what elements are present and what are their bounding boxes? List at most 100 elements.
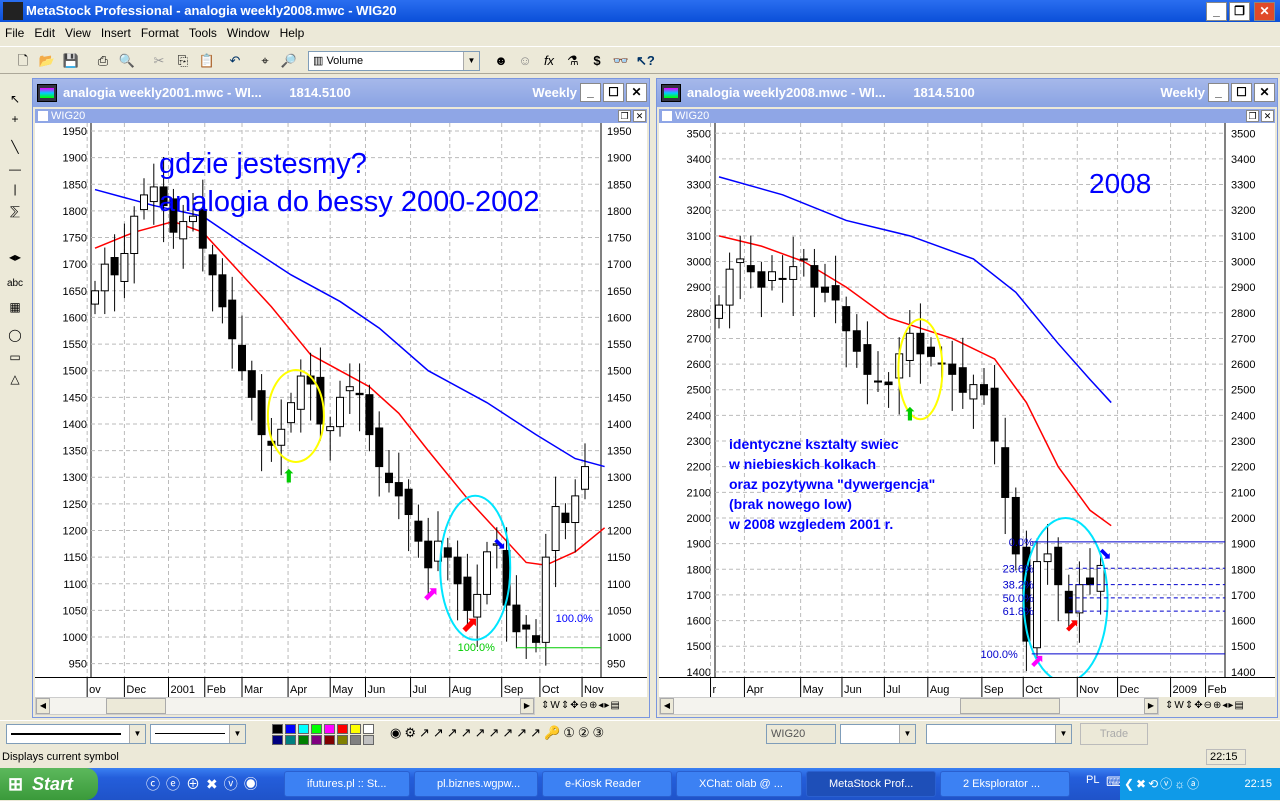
horizontal-scrollbar[interactable]: ◀ ▶ xyxy=(35,697,535,715)
price-chart[interactable]: 1400 1400 1500 1500 1600 1600 1700 1700 1800 1800… xyxy=(659,123,1275,677)
ellipse-tool-icon[interactable]: ◯ xyxy=(6,328,24,346)
vertical-line-icon[interactable]: | xyxy=(6,182,24,200)
task-explorer[interactable]: 2 Eksplorator ... xyxy=(940,771,1070,797)
cut-icon[interactable]: ✂ xyxy=(150,52,168,70)
window-maximize-button[interactable]: ☐ xyxy=(603,83,624,102)
triangle-tool-icon[interactable]: △ xyxy=(6,372,24,390)
palette-color-swatch[interactable] xyxy=(324,724,335,734)
chevron-down-icon[interactable]: ▼ xyxy=(899,725,915,743)
minimize-button[interactable]: _ xyxy=(1206,2,1227,21)
window-title-bar[interactable]: analogia weekly2001.mwc - WI... 1814.510… xyxy=(33,79,649,107)
copy-icon[interactable]: ⎘ xyxy=(174,52,192,70)
horizontal-scrollbar[interactable]: ◀ ▶ xyxy=(659,697,1159,715)
close-button[interactable]: ✕ xyxy=(1254,2,1275,21)
scroll-thumb[interactable] xyxy=(106,698,166,714)
print-preview-icon[interactable]: 🔍 xyxy=(118,52,136,70)
menu-view[interactable]: View xyxy=(60,26,96,40)
window-minimize-button[interactable]: _ xyxy=(1208,83,1229,102)
palette-color-swatch[interactable] xyxy=(350,724,361,734)
palette-color-swatch[interactable] xyxy=(272,735,283,745)
menu-file[interactable]: File xyxy=(0,26,29,40)
start-button[interactable]: ⊞ Start xyxy=(0,768,98,800)
task-pl-biznes[interactable]: pl.biznes.wgpw... xyxy=(414,771,538,797)
system-tester-icon[interactable]: ⚗ xyxy=(564,52,582,70)
scroll-right-button[interactable]: ▶ xyxy=(1144,698,1158,714)
chevron-down-icon[interactable]: ▼ xyxy=(1055,725,1071,743)
scroll-left-button[interactable]: ◀ xyxy=(660,698,674,714)
undo-icon[interactable]: ↶ xyxy=(226,52,244,70)
exchange-select[interactable]: ▼ xyxy=(840,724,916,744)
inner-close-button[interactable]: ✕ xyxy=(633,110,646,122)
pointer-icon[interactable]: ↖ xyxy=(6,92,24,110)
grid-tool-icon[interactable]: ▦ xyxy=(6,300,24,318)
price-chart[interactable]: 950 950 1000 1000 1050 1050 1100 1100 1150 1150 12… xyxy=(35,123,647,677)
scroll-thumb[interactable] xyxy=(960,698,1060,714)
formula-icon[interactable]: fx xyxy=(540,52,558,70)
binoculars-icon[interactable]: 👓 xyxy=(612,52,630,70)
quick-launch-icons[interactable]: ⓒⓔ⊕✖ⓥ◉ xyxy=(146,774,264,794)
menu-format[interactable]: Format xyxy=(136,26,184,40)
task-ifutures[interactable]: ifutures.pl :: St... xyxy=(284,771,410,797)
crosshair-tool-icon[interactable]: + xyxy=(6,112,24,130)
symbol-field[interactable]: WIG20 xyxy=(766,724,836,744)
palette-color-swatch[interactable] xyxy=(337,724,348,734)
menu-insert[interactable]: Insert xyxy=(96,26,136,40)
chevron-down-icon[interactable]: ▼ xyxy=(463,52,479,70)
task-xchat[interactable]: XChat: olab @ ... xyxy=(676,771,802,797)
window-title-bar[interactable]: analogia weekly2008.mwc - WI... 1814.510… xyxy=(657,79,1277,107)
inner-restore-button[interactable]: ❐ xyxy=(618,110,631,122)
help-pointer-icon[interactable]: ↖? xyxy=(636,52,655,70)
rectangle-tool-icon[interactable]: ▭ xyxy=(6,350,24,368)
cycle-lines-icon[interactable]: ◂▸ xyxy=(6,250,24,268)
language-indicator[interactable]: PL xyxy=(1086,774,1099,786)
palette-color-swatch[interactable] xyxy=(363,724,374,734)
palette-color-swatch[interactable] xyxy=(285,724,296,734)
chevron-down-icon[interactable]: ▼ xyxy=(129,725,145,743)
inner-close-button[interactable]: ✕ xyxy=(1261,110,1274,122)
line-weight-select[interactable]: ▼ xyxy=(150,724,246,744)
expert-advisor-icon[interactable]: ☻ xyxy=(492,52,510,70)
palette-color-swatch[interactable] xyxy=(337,735,348,745)
print-icon[interactable]: ⎙ xyxy=(94,52,112,70)
window-close-button[interactable]: ✕ xyxy=(626,83,647,102)
palette-color-swatch[interactable] xyxy=(298,724,309,734)
account-select[interactable]: ▼ xyxy=(926,724,1072,744)
inner-restore-button[interactable]: ❐ xyxy=(1246,110,1259,122)
line-style-select[interactable]: ▼ xyxy=(6,724,146,744)
trendline-icon[interactable]: ╲ xyxy=(6,140,24,158)
menu-tools[interactable]: Tools xyxy=(184,26,222,40)
menu-window[interactable]: Window xyxy=(222,26,275,40)
crosshair-icon[interactable]: ⌖ xyxy=(256,52,274,70)
task-ekiosk[interactable]: e-Kiosk Reader xyxy=(542,771,672,797)
scroll-right-button[interactable]: ▶ xyxy=(520,698,534,714)
chevron-down-icon[interactable]: ▼ xyxy=(229,725,245,743)
palette-color-swatch[interactable] xyxy=(324,735,335,745)
indicator-quick-icons[interactable]: ◉⚙↗↗↗↗↗↗↗↗↗🔑①②③ xyxy=(390,725,607,741)
text-tool-icon[interactable]: abc xyxy=(6,278,24,296)
explorer-icon[interactable]: ☺ xyxy=(516,52,534,70)
chart-nav-icons[interactable]: ⇕W⇕✥⊖⊕◂▸▤ xyxy=(541,698,621,714)
palette-color-swatch[interactable] xyxy=(285,735,296,745)
scroll-left-button[interactable]: ◀ xyxy=(36,698,50,714)
task-metastock[interactable]: MetaStock Prof... xyxy=(806,771,936,797)
palette-color-swatch[interactable] xyxy=(311,724,322,734)
palette-color-swatch[interactable] xyxy=(311,735,322,745)
window-close-button[interactable]: ✕ xyxy=(1254,83,1275,102)
new-file-icon[interactable]: 🗋 xyxy=(14,52,32,70)
palette-color-swatch[interactable] xyxy=(298,735,309,745)
chart-nav-icons[interactable]: ⇕W⇕✥⊖⊕◂▸▤ xyxy=(1165,698,1245,714)
open-folder-icon[interactable]: 📂 xyxy=(38,52,56,70)
fibonacci-icon[interactable]: ⅀ xyxy=(6,204,24,222)
menu-edit[interactable]: Edit xyxy=(29,26,60,40)
trade-button[interactable]: Trade xyxy=(1080,723,1148,745)
dollar-icon[interactable]: $ xyxy=(588,52,606,70)
window-maximize-button[interactable]: ☐ xyxy=(1231,83,1252,102)
zoom-icon[interactable]: 🔎 xyxy=(280,52,298,70)
horizontal-line-icon[interactable]: — xyxy=(6,162,24,180)
restore-button[interactable]: ❐ xyxy=(1229,2,1250,21)
palette-color-swatch[interactable] xyxy=(272,724,283,734)
palette-color-swatch[interactable] xyxy=(363,735,374,745)
palette-color-swatch[interactable] xyxy=(350,735,361,745)
tray-icons[interactable]: ❮✖⟲ⓥ☼ⓐ xyxy=(1120,777,1201,791)
paste-icon[interactable]: 📋 xyxy=(198,52,216,70)
